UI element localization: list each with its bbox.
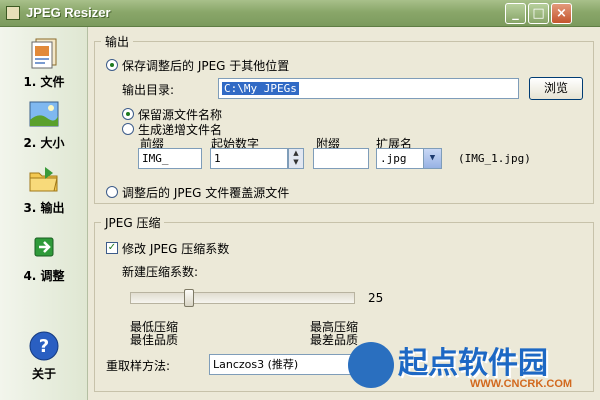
keep-name-radio[interactable]	[122, 108, 134, 120]
minimize-button[interactable]: _	[505, 3, 526, 24]
watermark-url: WWW.CNCRK.COM	[470, 378, 573, 390]
modify-compression-label: 修改 JPEG 压缩系数	[122, 242, 230, 256]
save-elsewhere-label: 保存调整后的 JPEG 于其他位置	[122, 59, 290, 73]
filename-example: (IMG_1.jpg)	[458, 152, 531, 165]
sidebar: 1. 文件 2. 大小 3. 输出 4. 调整 ? 关于	[0, 27, 88, 400]
folder-icon	[29, 167, 58, 192]
sidebar-item-about[interactable]: ? 关于	[6, 329, 82, 382]
chevron-down-icon[interactable]: ▼	[423, 149, 441, 168]
watermark: 起点软件园 WWW.CNCRK.COM	[340, 338, 600, 400]
extension-select[interactable]: .jpg ▼	[376, 148, 442, 169]
help-icon: ?	[29, 331, 59, 361]
sidebar-item-label: 3. 输出	[23, 201, 65, 215]
maximize-button[interactable]: □	[528, 3, 549, 24]
spin-up-icon[interactable]: ▲	[289, 149, 303, 158]
green-arrow-icon	[34, 237, 54, 257]
output-dir-label: 输出目录:	[122, 83, 175, 97]
compression-slider-track[interactable]	[130, 292, 355, 304]
sidebar-item-size[interactable]: 2. 大小	[6, 98, 82, 151]
save-elsewhere-radio[interactable]	[106, 59, 118, 71]
browse-button[interactable]: 浏览	[529, 77, 583, 100]
landscape-icon	[29, 101, 59, 127]
sidebar-item-label: 关于	[31, 367, 56, 381]
extension-value: .jpg	[380, 152, 407, 165]
sidebar-item-files[interactable]: 1. 文件	[6, 37, 82, 90]
sidebar-item-label: 2. 大小	[23, 136, 65, 150]
app-icon	[6, 6, 20, 20]
app-window: JPEG Resizer _ □ × 1. 文件 2. 大小 3. 输出 4. …	[0, 0, 600, 400]
watermark-title: 起点软件园	[398, 346, 548, 381]
resample-method-select[interactable]: Lanczos3 (推荐)	[209, 354, 354, 375]
title-bar[interactable]: JPEG Resizer _ □ ×	[0, 0, 600, 27]
sidebar-item-label: 1. 文件	[23, 75, 65, 89]
svg-text:?: ?	[39, 336, 49, 357]
modify-compression-checkbox[interactable]: ✓	[106, 242, 118, 254]
sidebar-item-output[interactable]: 3. 输出	[6, 163, 82, 216]
new-factor-label: 新建压缩系数:	[122, 265, 199, 279]
best-quality-label: 最佳品质	[130, 333, 179, 347]
suffix-input[interactable]	[313, 148, 369, 169]
overwrite-radio[interactable]	[106, 186, 118, 198]
files-icon	[31, 38, 57, 69]
output-group-title: 输出	[101, 33, 134, 50]
sidebar-item-adjust[interactable]: 4. 调整	[6, 231, 82, 284]
overwrite-label: 调整后的 JPEG 文件覆盖源文件	[122, 186, 290, 200]
sidebar-item-label: 4. 调整	[23, 269, 65, 283]
window-title: JPEG Resizer	[26, 5, 111, 20]
compression-value: 25	[368, 291, 384, 305]
close-button[interactable]: ×	[551, 3, 572, 24]
start-number-spinner[interactable]: ▲ ▼	[288, 148, 304, 169]
incremental-name-radio[interactable]	[122, 123, 134, 135]
compression-slider-thumb[interactable]	[183, 289, 194, 307]
watermark-logo-icon	[348, 342, 394, 388]
prefix-input[interactable]: IMG_	[138, 148, 202, 169]
resample-method-label: 重取样方法:	[106, 359, 171, 373]
spin-down-icon[interactable]: ▼	[289, 158, 303, 167]
start-number-input[interactable]: 1	[210, 148, 288, 169]
compression-group-title: JPEG 压缩	[101, 214, 165, 231]
output-dir-input[interactable]: C:\My JPEGs	[218, 78, 519, 99]
